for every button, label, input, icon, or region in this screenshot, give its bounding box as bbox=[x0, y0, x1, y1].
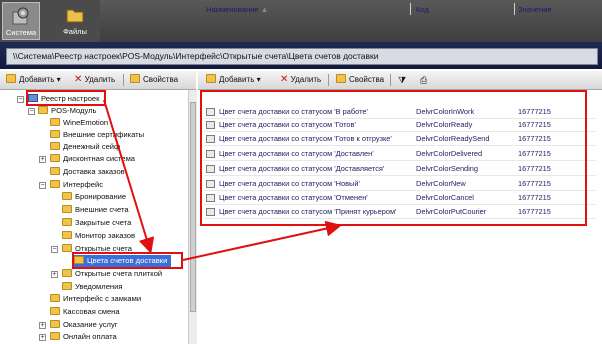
annotation-arrows bbox=[103, 99, 342, 261]
arrow-to-node bbox=[103, 99, 155, 254]
arrow-to-grid bbox=[182, 220, 342, 261]
